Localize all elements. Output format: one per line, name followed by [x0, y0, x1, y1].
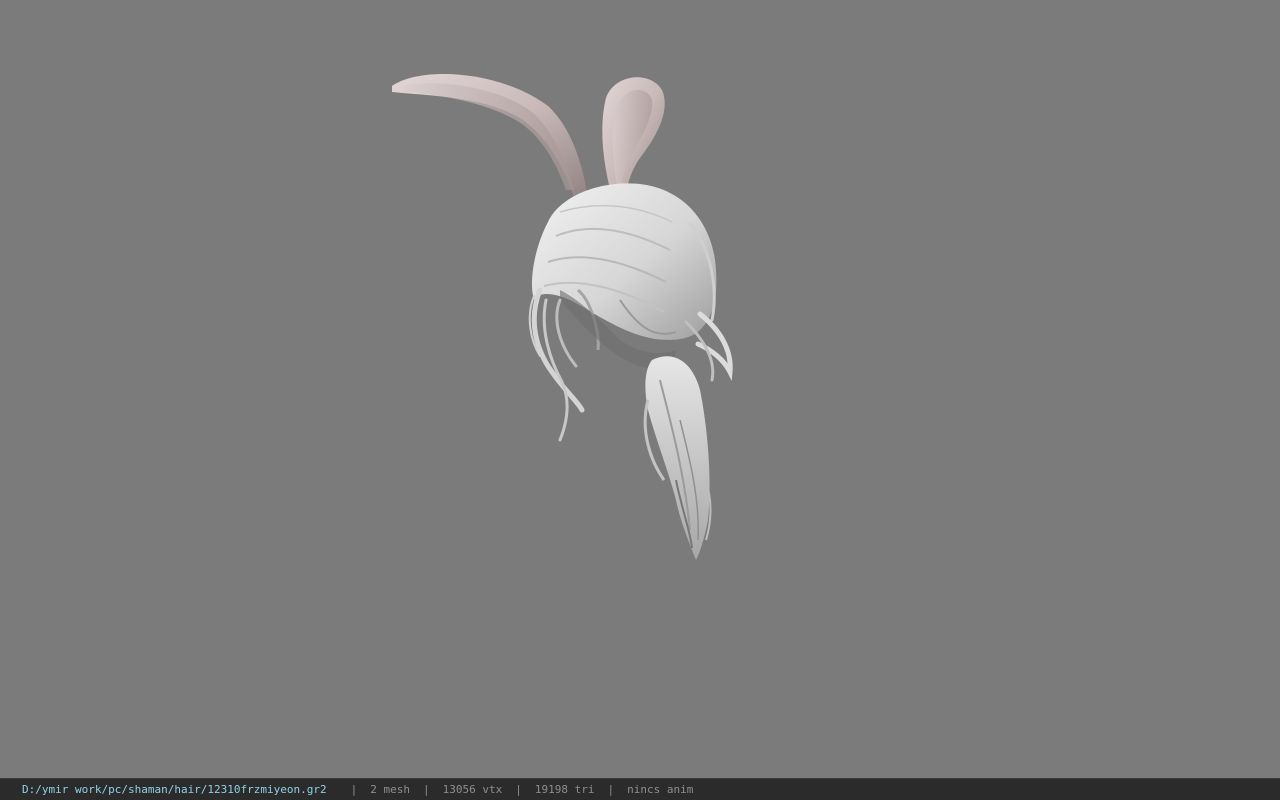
file-path-label: D:/ymir work/pc/shaman/hair/12310frzmiye…	[22, 783, 327, 796]
triangle-count-label: 19198 tri	[534, 783, 595, 796]
animation-status-label: nincs anim	[627, 783, 694, 796]
vertex-count-label: 13056 vtx	[442, 783, 503, 796]
status-separator: |	[515, 783, 522, 796]
status-separator: |	[350, 783, 358, 796]
hair-model[interactable]	[0, 0, 1280, 778]
left-ear	[392, 74, 588, 205]
3d-viewport[interactable]	[0, 0, 1280, 778]
status-separator: |	[423, 783, 430, 796]
mesh-count-label: 2 mesh	[370, 783, 411, 796]
status-bar: D:/ymir work/pc/shaman/hair/12310frzmiye…	[0, 778, 1280, 800]
ponytail	[643, 356, 712, 560]
status-separator: |	[607, 783, 615, 796]
